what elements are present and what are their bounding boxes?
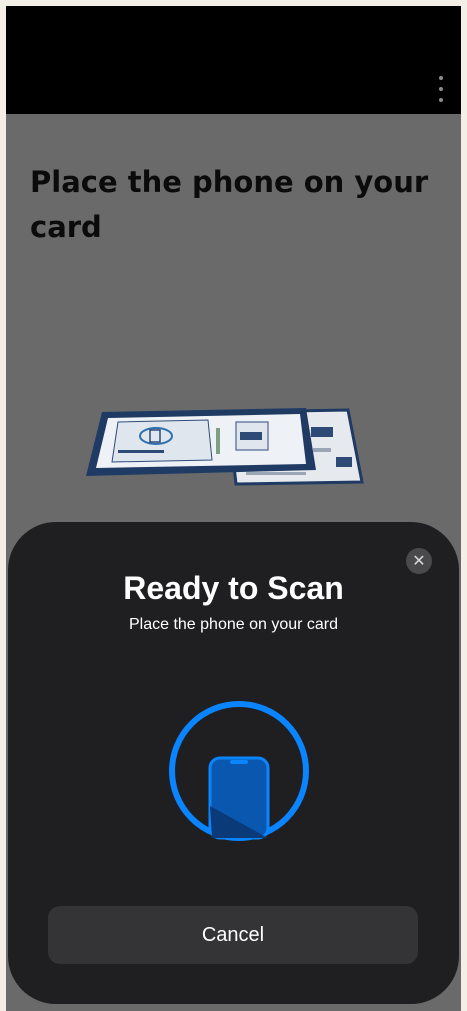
cancel-button[interactable]: Cancel — [48, 906, 418, 964]
phone-in-circle-icon — [169, 701, 309, 841]
nfc-scan-sheet: ✕ Ready to Scan Place the phone on your … — [8, 522, 459, 1004]
more-options-icon[interactable] — [433, 76, 449, 102]
dot — [439, 87, 443, 91]
dot — [439, 98, 443, 102]
phone-on-card-illustration — [86, 408, 364, 486]
dot — [439, 76, 443, 80]
top-bar — [6, 6, 461, 114]
sheet-subtitle: Place the phone on your card — [128, 616, 339, 633]
phone-graphic — [86, 408, 316, 476]
page-title: Place the phone on your card — [30, 165, 429, 244]
sheet-title: Ready to Scan — [123, 570, 344, 606]
